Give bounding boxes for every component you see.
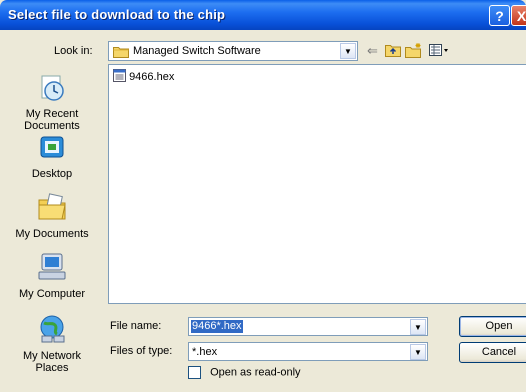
my-documents-icon	[4, 192, 100, 225]
open-button[interactable]: Open	[459, 316, 526, 337]
chevron-down-icon[interactable]: ▼	[410, 344, 426, 360]
back-icon[interactable]: ⇐	[367, 43, 378, 59]
file-name-label: File name:	[110, 320, 162, 332]
place-desktop[interactable]: Desktop	[4, 134, 100, 180]
file-list[interactable]: 9466.hex	[108, 64, 526, 304]
my-network-places-icon	[4, 314, 100, 347]
cancel-button[interactable]: Cancel	[459, 342, 526, 363]
place-my-recent-documents[interactable]: My Recent Documents	[4, 74, 100, 132]
close-button[interactable]: X	[511, 5, 526, 26]
file-name: 9466.hex	[129, 71, 175, 83]
file-open-dialog: Select file to download to the chip ? X …	[0, 0, 526, 392]
files-of-type-label: Files of type:	[110, 345, 173, 357]
hex-file-icon	[113, 69, 129, 85]
open-as-read-only-checkbox[interactable]: Open as read-only	[188, 366, 301, 379]
up-folder-icon[interactable]	[385, 43, 401, 61]
file-name-value: 9466*.hex	[191, 320, 243, 333]
file-name-input[interactable]: 9466*.hex ▼	[188, 317, 428, 336]
place-my-network-places[interactable]: My Network Places	[4, 314, 100, 374]
my-computer-icon	[4, 252, 100, 285]
dialog-title: Select file to download to the chip	[8, 7, 226, 22]
place-my-documents[interactable]: My Documents	[4, 192, 100, 240]
place-label: My Network	[22, 350, 82, 362]
desktop-icon	[4, 134, 100, 165]
folder-icon	[113, 45, 129, 61]
chevron-down-icon[interactable]: ▼	[340, 43, 356, 59]
checkbox-box[interactable]	[188, 366, 201, 379]
read-only-label: Open as read-only	[210, 366, 301, 379]
my-recent-documents-icon	[4, 74, 100, 105]
look-in-dropdown[interactable]: Managed Switch Software ▼	[108, 41, 358, 61]
look-in-label: Look in:	[54, 45, 93, 57]
file-type-value: *.hex	[192, 346, 218, 358]
list-item[interactable]: 9466.hex	[113, 69, 174, 85]
place-label: My Computer	[18, 288, 86, 300]
views-menu-icon[interactable]	[429, 43, 449, 61]
chevron-down-icon[interactable]: ▼	[410, 319, 426, 335]
places-bar: My Recent Documents Desktop My Documents…	[0, 66, 104, 392]
place-label: Places	[35, 362, 69, 374]
new-folder-icon[interactable]	[405, 43, 423, 62]
place-my-computer[interactable]: My Computer	[4, 252, 100, 300]
file-type-dropdown[interactable]: *.hex ▼	[188, 342, 428, 361]
look-in-value: Managed Switch Software	[133, 45, 261, 57]
place-label: Documents	[24, 120, 80, 132]
title-bar[interactable]: Select file to download to the chip ? X	[0, 0, 526, 30]
place-label: My Documents	[15, 228, 89, 240]
place-label: My Recent	[25, 108, 79, 120]
help-button[interactable]: ?	[489, 5, 510, 26]
place-label: Desktop	[31, 168, 73, 180]
